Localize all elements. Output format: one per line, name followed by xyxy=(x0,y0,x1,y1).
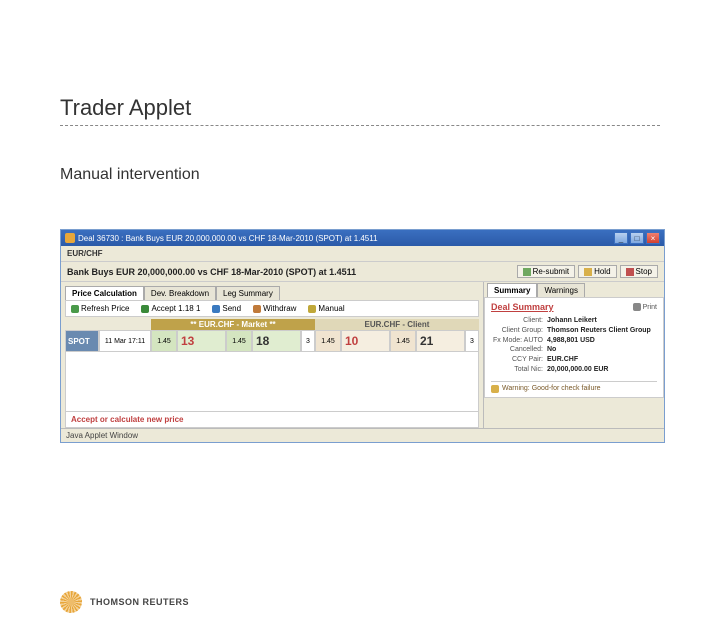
fx-value: 4,988,801 USD xyxy=(547,336,595,346)
warning-text: Warning: Good-for check failure xyxy=(502,385,601,392)
stop-button[interactable]: Stop xyxy=(620,265,658,278)
grid-empty-area xyxy=(65,352,479,412)
deal-headline: Bank Buys EUR 20,000,000.00 vs CHF 18-Ma… xyxy=(67,267,356,277)
accept-button[interactable]: Accept 1.18 1 xyxy=(138,304,203,313)
applet-status-bar: Java Applet Window xyxy=(61,428,664,442)
market-ask-handle: 1.45 xyxy=(226,330,252,352)
warning-row: Warning: Good-for check failure xyxy=(491,381,657,393)
app-icon xyxy=(65,233,75,243)
price-toolbar: Refresh Price Accept 1.18 1 Send Withdra… xyxy=(65,300,479,317)
group-client-header: EUR.CHF - Client xyxy=(315,319,479,330)
brand-footer: THOMSON REUTERS xyxy=(60,591,189,613)
resubmit-button[interactable]: Re-submit xyxy=(517,265,575,278)
page-subtitle: Manual intervention xyxy=(60,166,660,184)
left-pane: Price Calculation Dev. Breakdown Leg Sum… xyxy=(61,282,484,428)
tab-price-calculation[interactable]: Price Calculation xyxy=(65,286,144,300)
print-label: Print xyxy=(643,304,657,311)
market-ex: 3 xyxy=(301,330,315,352)
fx-key: Fx Mode: AUTO xyxy=(491,336,547,346)
window-title: Deal 36730 : Bank Buys EUR 20,000,000.00… xyxy=(78,234,378,243)
brand-name: THOMSON REUTERS xyxy=(90,597,189,607)
tab-summary[interactable]: Summary xyxy=(487,283,537,297)
client-quote[interactable]: 1.45 10 1.45 21 3 xyxy=(315,330,479,352)
send-label: Send xyxy=(222,304,241,313)
client-ex: 3 xyxy=(465,330,479,352)
refresh-icon xyxy=(71,305,79,313)
page-title: Trader Applet xyxy=(60,95,660,121)
table-row: SPOT 11 Mar 17:11 1.45 13 1.45 18 3 1.45 xyxy=(65,330,479,352)
group-market-header: ** EUR.CHF - Market ** xyxy=(151,319,315,330)
accept-label: Accept 1.18 1 xyxy=(151,304,200,313)
ccy-pair-label: EUR/CHF xyxy=(61,246,664,262)
hold-button[interactable]: Hold xyxy=(578,265,616,278)
client-key: Client: xyxy=(491,316,547,326)
print-button[interactable]: Print xyxy=(633,303,657,311)
tab-dev-breakdown[interactable]: Dev. Breakdown xyxy=(144,286,216,300)
status-message: Accept or calculate new price xyxy=(65,412,479,428)
withdraw-label: Withdraw xyxy=(263,304,296,313)
send-button[interactable]: Send xyxy=(209,304,244,313)
client-value: Johann Leikert xyxy=(547,316,597,326)
row-label: SPOT xyxy=(65,330,99,352)
accept-icon xyxy=(141,305,149,313)
right-pane: Summary Warnings Deal Summary Print Clie… xyxy=(484,282,664,428)
ccypair-value: EUR.CHF xyxy=(547,355,578,365)
deal-summary-title: Deal Summary xyxy=(491,302,554,312)
total-key: Total Nic: xyxy=(491,365,547,375)
window-titlebar[interactable]: Deal 36730 : Bank Buys EUR 20,000,000.00… xyxy=(61,230,664,246)
minimize-button[interactable]: _ xyxy=(614,232,628,244)
title-divider xyxy=(60,125,660,126)
manual-button[interactable]: Manual xyxy=(305,304,347,313)
resubmit-icon xyxy=(523,268,531,276)
cancelled-key: Cancelled: xyxy=(491,345,547,355)
maximize-button[interactable]: □ xyxy=(630,232,644,244)
clientgroup-value: Thomson Reuters Client Group xyxy=(547,326,651,336)
resubmit-label: Re-submit xyxy=(533,267,569,276)
hold-label: Hold xyxy=(594,267,610,276)
market-quote[interactable]: 1.45 13 1.45 18 3 xyxy=(151,330,315,352)
thomson-reuters-logo-icon xyxy=(60,591,82,613)
refresh-label: Refresh Price xyxy=(81,304,129,313)
warning-icon xyxy=(491,385,499,393)
manual-label: Manual xyxy=(318,304,344,313)
hold-icon xyxy=(584,268,592,276)
tab-leg-summary[interactable]: Leg Summary xyxy=(216,286,280,300)
close-button[interactable]: × xyxy=(646,232,660,244)
row-time: 11 Mar 17:11 xyxy=(99,330,151,352)
withdraw-button[interactable]: Withdraw xyxy=(250,304,299,313)
manual-icon xyxy=(308,305,316,313)
trader-applet-window: Deal 36730 : Bank Buys EUR 20,000,000.00… xyxy=(60,229,665,443)
withdraw-icon xyxy=(253,305,261,313)
client-ask-handle: 1.45 xyxy=(390,330,416,352)
cancelled-value: No xyxy=(547,345,556,355)
client-bid-handle: 1.45 xyxy=(315,330,341,352)
send-icon xyxy=(212,305,220,313)
ccypair-key: CCY Pair: xyxy=(491,355,547,365)
clientgroup-key: Client Group: xyxy=(491,326,547,336)
market-bid-pips: 13 xyxy=(177,330,226,352)
refresh-price-button[interactable]: Refresh Price xyxy=(68,304,132,313)
total-value: 20,000,000.00 EUR xyxy=(547,365,609,375)
price-grid: ** EUR.CHF - Market ** EUR.CHF - Client … xyxy=(65,319,479,352)
stop-icon xyxy=(626,268,634,276)
stop-label: Stop xyxy=(636,267,652,276)
market-ask-pips: 18 xyxy=(252,330,301,352)
client-bid-pips: 10 xyxy=(341,330,390,352)
client-ask-pips: 21 xyxy=(416,330,465,352)
tab-warnings[interactable]: Warnings xyxy=(537,283,585,297)
market-bid-handle: 1.45 xyxy=(151,330,177,352)
print-icon xyxy=(633,303,641,311)
